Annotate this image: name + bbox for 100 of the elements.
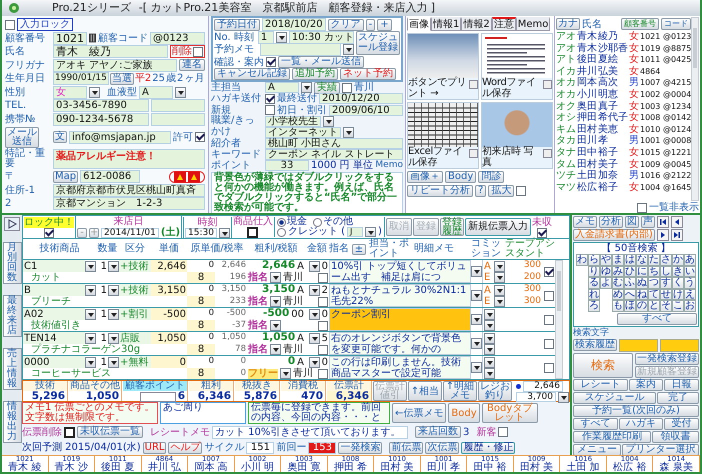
number-cell[interactable]: 4864 bbox=[640, 66, 662, 78]
number-cell[interactable]: 1004 bbox=[640, 182, 662, 194]
price-cell[interactable]: 0 bbox=[151, 356, 187, 368]
staff-cell[interactable]: A bbox=[297, 356, 304, 368]
surname-cell[interactable]: 田中 bbox=[577, 146, 597, 159]
kana-button[interactable]: え bbox=[684, 288, 696, 300]
dropdown-button[interactable] bbox=[276, 32, 287, 43]
dropdown-button[interactable] bbox=[494, 272, 505, 283]
item-code-cell[interactable]: 0000 bbox=[23, 356, 85, 368]
schedule-register-button[interactable]: スケジュール登録 bbox=[356, 31, 400, 55]
surname-cell[interactable]: 土田 bbox=[577, 170, 597, 182]
kana-button[interactable]: か bbox=[672, 254, 684, 266]
dropdown-button[interactable] bbox=[89, 86, 100, 98]
kana-button[interactable]: の bbox=[636, 300, 648, 312]
reservation-date-field[interactable]: 2018/10/20 bbox=[262, 18, 326, 31]
surname-cell[interactable]: 田村 bbox=[577, 158, 597, 170]
dropdown-button[interactable] bbox=[108, 332, 119, 344]
kana-cell[interactable]: オカ bbox=[556, 88, 576, 101]
search-history-button[interactable]: 検索履歴 bbox=[573, 339, 617, 351]
code-cell[interactable]: @0425 bbox=[663, 54, 692, 66]
calc-button[interactable]: 当選 bbox=[110, 72, 134, 85]
checkbox[interactable] bbox=[318, 272, 328, 282]
customer-code-field[interactable]: @0123 bbox=[150, 32, 205, 45]
kana-button[interactable]: あ bbox=[684, 254, 696, 266]
kana-button[interactable]: め bbox=[612, 288, 624, 300]
dropdown-button[interactable] bbox=[108, 308, 119, 320]
tool-button[interactable]: 作業履歴印刷 bbox=[573, 430, 650, 442]
kana-button[interactable]: や bbox=[600, 254, 612, 266]
number-sort-button[interactable]: 顧客番号 bbox=[621, 18, 659, 30]
price-cell[interactable]: 2,646 bbox=[151, 260, 187, 272]
show-all-button[interactable]: すべて bbox=[617, 312, 697, 324]
kana-button[interactable]: つ bbox=[648, 277, 660, 288]
code-cell[interactable]: @1645 bbox=[663, 182, 692, 194]
item-memo-field[interactable]: 10%引 トップ短くしてボリューム出す 補足は肩につ bbox=[329, 260, 471, 283]
checkbox[interactable] bbox=[342, 82, 352, 93]
number-cell[interactable]: 1021 bbox=[640, 31, 662, 43]
next-slip-button[interactable]: 次伝票 bbox=[425, 442, 460, 454]
tab[interactable]: 注意 bbox=[492, 17, 516, 31]
code-cell[interactable]: @0008 bbox=[663, 135, 692, 147]
clear-button[interactable]: クリア bbox=[328, 18, 364, 30]
kana-button[interactable]: ね bbox=[636, 288, 648, 300]
dropdown-button[interactable] bbox=[323, 116, 334, 127]
tool-button[interactable]: 分析 bbox=[599, 216, 623, 228]
media-button[interactable]: リピート分析 bbox=[407, 185, 473, 197]
checkbox[interactable] bbox=[516, 186, 526, 196]
staff-cell[interactable]: A bbox=[297, 284, 304, 296]
job-field[interactable]: 小学校先生 bbox=[265, 116, 321, 127]
quantity-cell[interactable]: 1 bbox=[96, 260, 108, 272]
tab[interactable]: 情報2 bbox=[461, 17, 492, 31]
small-button[interactable] bbox=[543, 149, 552, 158]
given-name-cell[interactable]: 美恵 bbox=[598, 124, 628, 136]
code-cell[interactable]: @4215 bbox=[663, 77, 692, 89]
kana-button[interactable]: み bbox=[612, 266, 624, 277]
surname-cell[interactable]: 押田 bbox=[577, 112, 597, 124]
number-cell[interactable]: 1015 bbox=[640, 146, 662, 159]
tool-button[interactable]: 案内 bbox=[628, 378, 664, 390]
note-field[interactable]: 薬品アレルギー注意！ bbox=[53, 149, 205, 169]
given-name-cell[interactable]: 孝 bbox=[598, 135, 628, 147]
dropdown-button[interactable] bbox=[308, 284, 320, 296]
item-code-cell[interactable]: C1 bbox=[23, 260, 85, 272]
furigana-field[interactable]: アオキ アヤノ:ご家族 bbox=[53, 58, 177, 72]
last-sent-field[interactable]: 2010/12/20 bbox=[319, 93, 403, 104]
dropdown-button[interactable] bbox=[270, 272, 281, 283]
memo-text[interactable]: 背景色が薄緑ではダブルクリックをすると何かの機能が働きます。例えば、氏名でダブルクリックすると“氏名”で部分一致検索が可能です。 bbox=[211, 172, 403, 213]
dropdown-button[interactable] bbox=[270, 344, 281, 355]
kana-button[interactable]: ま bbox=[612, 254, 624, 266]
kana-cell[interactable]: タム bbox=[556, 158, 576, 170]
received-field[interactable]: 2,646 bbox=[523, 381, 563, 392]
kana-cell[interactable]: タカ bbox=[556, 135, 576, 147]
dropdown-button[interactable] bbox=[484, 332, 495, 344]
number-cell[interactable]: 1001 bbox=[640, 135, 662, 147]
phone-field[interactable]: 03-3456-7890 bbox=[53, 99, 149, 112]
dropdown-button[interactable] bbox=[308, 260, 320, 272]
item-memo-field[interactable]: ねもとナチュラル 30%2N1:1 毛先22% bbox=[329, 284, 471, 307]
reservation-date-button[interactable]: 予約日付 bbox=[214, 18, 260, 30]
kana-button[interactable]: は bbox=[624, 254, 636, 266]
staff-cell[interactable]: A bbox=[297, 260, 304, 272]
small-button[interactable] bbox=[543, 80, 552, 89]
gender-field[interactable]: 女 bbox=[53, 86, 87, 99]
code-cell[interactable]: @0004 bbox=[663, 88, 692, 101]
kana-button[interactable]: す bbox=[660, 277, 672, 288]
tool-button[interactable]: 予約一覧(次回のみ) bbox=[573, 404, 699, 416]
scrollbar[interactable] bbox=[555, 260, 563, 379]
totals-button[interactable]: ↑明細メモ bbox=[443, 381, 477, 401]
kana-button[interactable]: こ bbox=[672, 300, 684, 312]
map-button[interactable]: Map bbox=[53, 170, 78, 183]
kana-cell[interactable]: オカ bbox=[556, 77, 576, 89]
change-field[interactable]: 3,700 bbox=[516, 392, 556, 402]
kana-cell[interactable]: アオ bbox=[556, 31, 576, 43]
media-button[interactable]: 問診 bbox=[478, 171, 504, 183]
code-cell[interactable]: @0123 bbox=[663, 31, 692, 43]
kana-button[interactable]: も bbox=[612, 300, 624, 312]
dropdown-button[interactable] bbox=[270, 296, 281, 307]
kana-button[interactable]: と bbox=[648, 300, 660, 312]
quantity-cell[interactable]: 1 bbox=[96, 332, 108, 344]
dropdown-button[interactable] bbox=[558, 392, 569, 402]
mobile-field[interactable]: 090-1234-5678 bbox=[53, 112, 149, 126]
kana-cell[interactable]: アオ bbox=[556, 42, 576, 54]
checkbox[interactable] bbox=[498, 427, 508, 437]
surname-cell[interactable]: 松広 bbox=[577, 182, 597, 194]
